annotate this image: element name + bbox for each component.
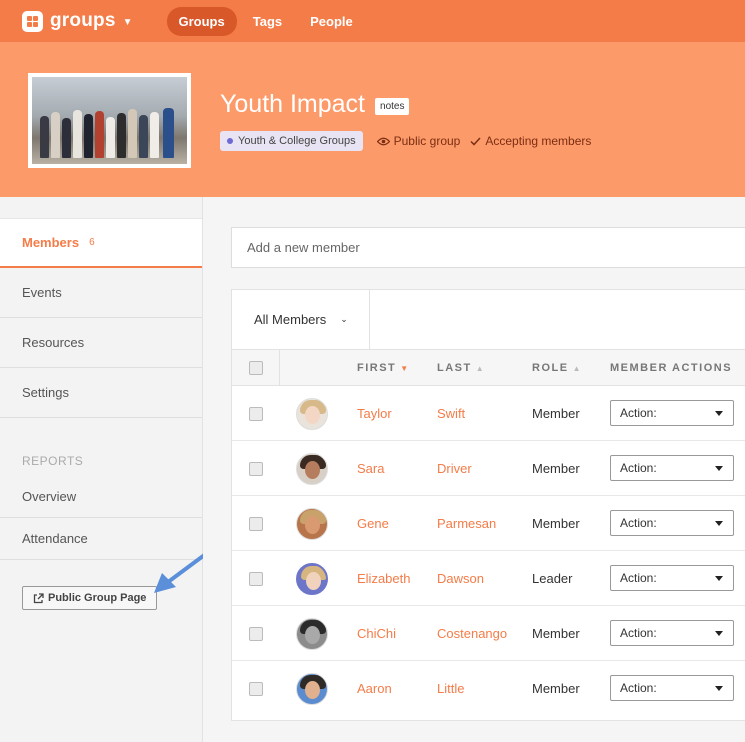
member-role: Leader (532, 571, 573, 586)
nav-people[interactable]: People (298, 7, 365, 36)
sidebar-item-overview[interactable]: Overview (0, 476, 202, 518)
column-member-actions: MEMBER ACTIONS (610, 362, 733, 374)
check-icon (470, 136, 481, 146)
chevron-down-icon: ⌄ (340, 314, 348, 324)
sort-desc-icon: ▼ (400, 364, 409, 373)
group-photo (28, 73, 191, 168)
row-checkbox[interactable] (249, 572, 263, 586)
member-role: Member (532, 406, 580, 421)
nav-groups[interactable]: Groups (166, 6, 237, 36)
group-header: Youth Impact notes Youth & College Group… (0, 42, 745, 197)
table-row: ChiChi Costenango Member Action: (232, 606, 745, 661)
caret-down-icon (715, 521, 723, 526)
member-last-name[interactable]: Costenango (437, 626, 507, 641)
avatar (296, 398, 328, 430)
select-all-checkbox[interactable] (249, 361, 263, 375)
member-role: Member (532, 461, 580, 476)
top-navigation: groups ▼ Groups Tags People (0, 0, 745, 42)
caret-down-icon (715, 631, 723, 636)
sidebar: Members 6 Events Resources Settings REPO… (0, 197, 203, 742)
caret-down-icon (715, 411, 723, 416)
column-first[interactable]: FIRST ▼ (357, 362, 408, 374)
member-action-select[interactable]: Action: (610, 620, 734, 646)
category-tag[interactable]: Youth & College Groups (220, 131, 363, 151)
member-role: Member (532, 516, 580, 531)
members-table-panel: All Members ⌄ FIRST ▼ LAST ▲ ROLE ▲ MEMBER … (231, 289, 745, 721)
avatar (296, 453, 328, 485)
row-checkbox[interactable] (249, 407, 263, 421)
member-role: Member (532, 681, 580, 696)
brand-menu[interactable]: groups ▼ (22, 10, 133, 32)
table-row: Sara Driver Member Action: (232, 441, 745, 496)
table-row: Aaron Little Member Action: (232, 661, 745, 716)
eye-icon (376, 137, 390, 145)
member-first-name[interactable]: Sara (357, 461, 384, 476)
external-link-icon (33, 592, 44, 603)
brand-name: groups (50, 10, 116, 31)
row-checkbox[interactable] (249, 682, 263, 696)
avatar (296, 563, 328, 595)
row-checkbox[interactable] (249, 517, 263, 531)
member-last-name[interactable]: Parmesan (437, 516, 496, 531)
add-member-input[interactable] (231, 227, 745, 268)
member-action-select[interactable]: Action: (610, 455, 734, 481)
caret-down-icon (715, 686, 723, 691)
row-checkbox[interactable] (249, 627, 263, 641)
notes-badge[interactable]: notes (375, 98, 410, 115)
avatar (296, 508, 328, 540)
member-action-select[interactable]: Action: (610, 565, 734, 591)
members-count-badge: 6 (89, 237, 95, 248)
member-first-name[interactable]: Elizabeth (357, 571, 410, 586)
member-first-name[interactable]: Gene (357, 516, 389, 531)
sort-asc-icon: ▲ (572, 364, 581, 373)
category-label: Youth & College Groups (238, 135, 356, 147)
table-row: Taylor Swift Member Action: (232, 386, 745, 441)
member-role: Member (532, 626, 580, 641)
column-last[interactable]: LAST ▲ (437, 362, 484, 374)
member-action-select[interactable]: Action: (610, 400, 734, 426)
member-action-select[interactable]: Action: (610, 510, 734, 536)
nav-tags[interactable]: Tags (241, 7, 294, 36)
sidebar-item-members[interactable]: Members 6 (0, 218, 202, 268)
members-main: All Members ⌄ FIRST▼ LAST▲ ROLE▲ MEMBER … (203, 197, 745, 742)
group-title: Youth Impact (220, 90, 366, 118)
public-group-page-button[interactable]: Public Group Page (22, 586, 158, 610)
chevron-down-icon: ▼ (122, 16, 133, 28)
caret-down-icon (715, 466, 723, 471)
member-first-name[interactable]: Taylor (357, 406, 392, 421)
sidebar-item-resources[interactable]: Resources (0, 318, 202, 368)
reports-heading: REPORTS (22, 454, 84, 468)
member-action-select[interactable]: Action: (610, 675, 734, 701)
membership-status: Accepting members (470, 134, 591, 148)
visibility-status: Public group (376, 134, 460, 148)
sidebar-item-settings[interactable]: Settings (0, 368, 202, 418)
table-header: FIRST ▼ LAST ▲ ROLE ▲ MEMBER ACTIONS (232, 350, 745, 386)
column-role[interactable]: ROLE ▲ (532, 362, 580, 374)
avatar (296, 673, 328, 705)
member-last-name[interactable]: Little (437, 681, 464, 696)
member-last-name[interactable]: Driver (437, 461, 472, 476)
member-last-name[interactable]: Dawson (437, 571, 484, 586)
groups-logo-icon (22, 10, 43, 32)
sort-asc-icon: ▲ (475, 364, 484, 373)
row-checkbox[interactable] (249, 462, 263, 476)
member-first-name[interactable]: ChiChi (357, 626, 396, 641)
table-row: Elizabeth Dawson Leader Action: (232, 551, 745, 606)
member-last-name[interactable]: Swift (437, 406, 465, 421)
caret-down-icon (715, 576, 723, 581)
member-first-name[interactable]: Aaron (357, 681, 392, 696)
member-filter-select[interactable]: All Members ⌄ (232, 290, 370, 349)
avatar (296, 618, 328, 650)
dot-icon (227, 138, 233, 144)
sidebar-item-events[interactable]: Events (0, 268, 202, 318)
table-row: Gene Parmesan Member Action: (232, 496, 745, 551)
members-table-body: Taylor Swift Member Action: Sara Driver … (232, 386, 745, 716)
